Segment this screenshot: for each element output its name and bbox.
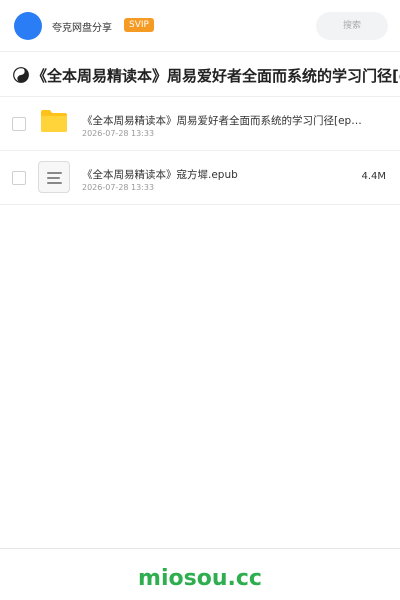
svip-badge: SVIP: [124, 18, 154, 32]
footer: miosou.cc: [0, 548, 400, 600]
file-name: 《全本周易精读本》寇方墀.epub: [82, 169, 238, 181]
row-checkbox[interactable]: [12, 117, 26, 131]
app-name: 夸克网盘分享: [52, 23, 112, 34]
document-icon: [38, 161, 70, 193]
file-size: 4.4M: [361, 171, 386, 182]
header: 夸克网盘分享 SVIP 搜索: [0, 0, 400, 52]
file-date: 2026-07-28 13:33: [82, 129, 155, 138]
file-name: 《全本周易精读本》周易爱好者全面而系统的学习门径[epub]: [82, 115, 367, 127]
file-date: 2026-07-28 13:33: [82, 183, 155, 192]
file-row-folder[interactable]: 《全本周易精读本》周易爱好者全面而系统的学习门径[epub] 2026-07-2…: [0, 97, 400, 151]
folder-icon: [41, 110, 67, 132]
share-title: 《全本周易精读本》周易爱好者全面而系统的学习门径[epub]: [32, 67, 400, 85]
watermark-text: miosou.cc: [138, 566, 262, 591]
search-input[interactable]: 搜索: [316, 12, 388, 40]
share-title-row: 《全本周易精读本》周易爱好者全面而系统的学习门径[epub]: [0, 53, 400, 97]
row-checkbox[interactable]: [12, 171, 26, 185]
yin-yang-icon: [13, 67, 29, 83]
avatar[interactable]: [14, 12, 42, 40]
file-row-document[interactable]: 《全本周易精读本》寇方墀.epub 2026-07-28 13:33 4.4M: [0, 151, 400, 205]
